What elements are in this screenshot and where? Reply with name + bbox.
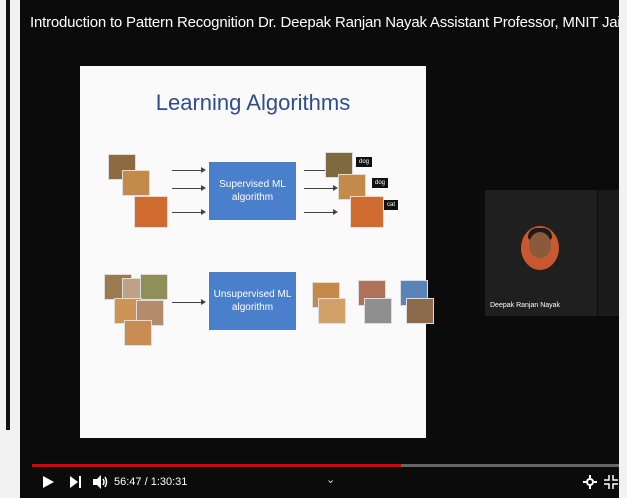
exit-fullscreen-icon[interactable] bbox=[604, 475, 618, 489]
input-image-cat bbox=[134, 196, 168, 228]
arrow bbox=[172, 185, 206, 191]
play-icon[interactable] bbox=[41, 475, 55, 489]
video-title: Introduction to Pattern Recognition Dr. … bbox=[30, 14, 619, 31]
avatar bbox=[521, 226, 559, 270]
label-tag: dog bbox=[372, 178, 389, 188]
progress-fill bbox=[32, 464, 402, 467]
chevron-down-icon[interactable]: ⌄ bbox=[326, 473, 335, 486]
left-edge-bar bbox=[6, 0, 10, 430]
player-controls: 56:47 / 1:30:31 ⌄ bbox=[20, 455, 619, 498]
presenter-video-tile: Deepak Ranjan Nayak bbox=[485, 190, 597, 316]
page-right-edge bbox=[619, 0, 627, 498]
input-image-dog bbox=[122, 170, 150, 196]
slide-heading: Learning Algorithms bbox=[155, 90, 351, 115]
volume-icon[interactable] bbox=[93, 475, 109, 489]
next-icon[interactable] bbox=[69, 475, 83, 489]
unsupervised-algorithm-box: Unsupervised ML algorithm bbox=[209, 272, 296, 330]
input-image-mixed bbox=[140, 274, 168, 300]
unsupervised-label: Unsupervised ML algorithm bbox=[213, 288, 292, 314]
output-image-cat bbox=[350, 196, 384, 228]
supervised-label: Supervised ML algorithm bbox=[219, 178, 286, 204]
arrow bbox=[304, 185, 338, 191]
arrow bbox=[304, 209, 338, 215]
label-tag: dog bbox=[356, 157, 373, 167]
video-player[interactable]: Introduction to Pattern Recognition Dr. … bbox=[20, 0, 619, 498]
gear-icon[interactable] bbox=[583, 475, 597, 489]
progress-bar[interactable] bbox=[32, 464, 619, 467]
video-tile-edge bbox=[598, 190, 619, 316]
page-left-edge bbox=[0, 0, 20, 498]
arrow bbox=[172, 299, 206, 305]
cluster-other-image bbox=[406, 298, 434, 324]
video-time: 56:47 / 1:30:31 bbox=[114, 476, 188, 488]
label-tag: cat bbox=[384, 200, 399, 210]
arrow bbox=[172, 167, 206, 173]
cluster-dogs-image bbox=[318, 298, 346, 324]
supervised-algorithm-box: Supervised ML algorithm bbox=[209, 162, 296, 220]
cluster-cats-image bbox=[364, 298, 392, 324]
slide: Learning Algorithms Supervised ML algori… bbox=[80, 66, 434, 438]
presenter-name: Deepak Ranjan Nayak bbox=[490, 302, 561, 309]
arrow bbox=[172, 209, 206, 215]
input-image-mixed bbox=[124, 320, 152, 346]
